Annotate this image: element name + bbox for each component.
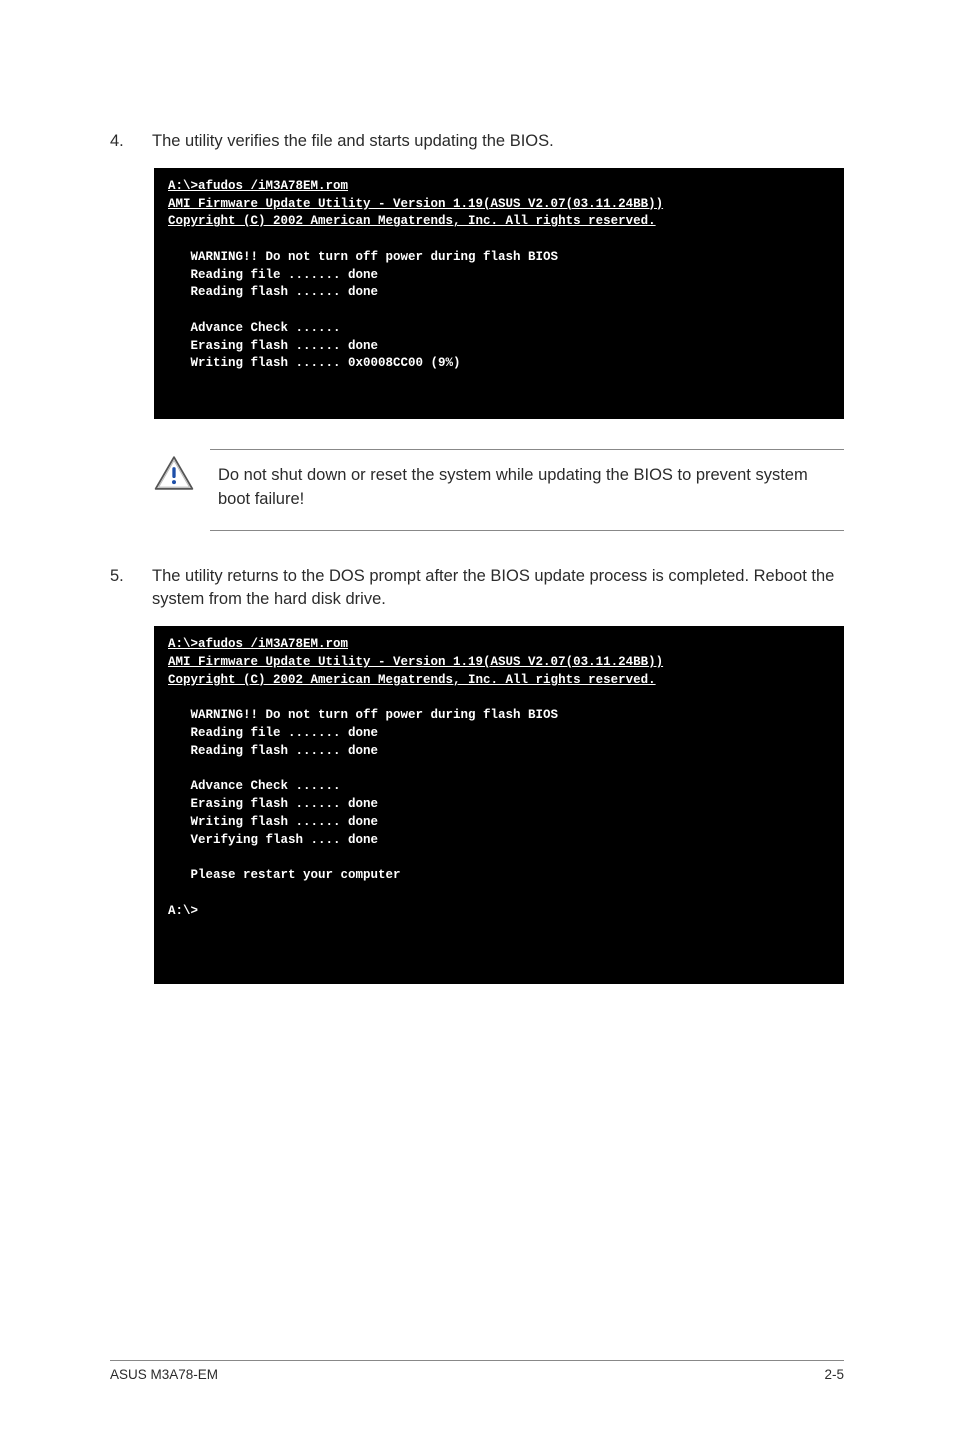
step-5-number: 5.	[110, 565, 152, 613]
step-4-text: The utility verifies the file and starts…	[152, 130, 844, 154]
footer-product: ASUS M3A78-EM	[110, 1367, 218, 1382]
terminal-2-body: WARNING!! Do not turn off power during f…	[168, 708, 558, 917]
warning-text: Do not shut down or reset the system whi…	[210, 449, 844, 531]
page-footer: ASUS M3A78-EM 2-5	[110, 1360, 844, 1382]
terminal-2-copyright: Copyright (C) 2002 American Megatrends, …	[168, 672, 830, 690]
warning-callout: Do not shut down or reset the system whi…	[154, 449, 844, 531]
warning-icon	[154, 449, 210, 496]
terminal-2-cmd: A:\>afudos /iM3A78EM.rom	[168, 636, 830, 654]
terminal-1-cmd: A:\>afudos /iM3A78EM.rom	[168, 178, 830, 196]
terminal-1-copyright: Copyright (C) 2002 American Megatrends, …	[168, 213, 830, 231]
terminal-2-title: AMI Firmware Update Utility - Version 1.…	[168, 654, 830, 672]
terminal-1-title: AMI Firmware Update Utility - Version 1.…	[168, 196, 830, 214]
step-5-text: The utility returns to the DOS prompt af…	[152, 565, 844, 613]
terminal-output-2: A:\>afudos /iM3A78EM.romAMI Firmware Upd…	[154, 626, 844, 983]
footer-page-number: 2-5	[824, 1367, 844, 1382]
step-5: 5. The utility returns to the DOS prompt…	[110, 565, 844, 613]
terminal-output-1: A:\>afudos /iM3A78EM.romAMI Firmware Upd…	[154, 168, 844, 419]
step-4-number: 4.	[110, 130, 152, 154]
terminal-1-body: WARNING!! Do not turn off power during f…	[168, 250, 558, 371]
step-4: 4. The utility verifies the file and sta…	[110, 130, 844, 154]
